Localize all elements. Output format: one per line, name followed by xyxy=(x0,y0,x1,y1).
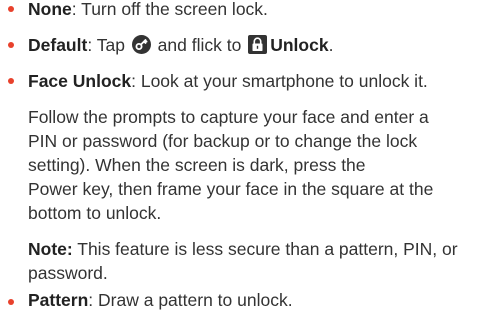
note-line-1: Note: This feature is less secure than a… xyxy=(28,237,458,261)
face-paragraph-line-3: setting). When the screen is dark, press… xyxy=(28,155,366,175)
desc-face-unlock: : Look at your smartphone to unlock it. xyxy=(131,71,428,91)
manual-page: None: Turn off the screen lock. Default:… xyxy=(0,0,494,310)
face-paragraph-line-1: Follow the prompts to capture your face … xyxy=(28,107,429,127)
term-face-unlock: Face Unlock xyxy=(28,71,132,91)
face-paragraph-line-4: Power key, then frame your face in the s… xyxy=(28,179,434,199)
term-default: Default xyxy=(28,35,88,55)
note-text-1: This feature is less secure than a patte… xyxy=(72,239,458,259)
face-paragraph-line-5: bottom to unlock. xyxy=(28,203,162,223)
term-pattern: Pattern xyxy=(28,290,89,310)
desc-default-a: : Tap xyxy=(87,35,130,55)
list-item-face-unlock: Face Unlock: Look at your smartphone to … xyxy=(28,69,428,93)
note-line-2: password. xyxy=(28,263,108,283)
list-item-pattern: Pattern: Draw a pattern to unlock. xyxy=(28,288,293,312)
bullet-pattern xyxy=(8,299,14,305)
bullet-none xyxy=(8,6,14,12)
list-item-none: None: Turn off the screen lock. xyxy=(28,0,268,21)
unlock-label: Unlock xyxy=(270,35,329,55)
desc-default-c: . xyxy=(328,35,334,55)
bullet-default xyxy=(8,42,14,48)
term-none: None xyxy=(28,0,72,19)
lock-icon xyxy=(248,35,268,54)
desc-none: : Turn off the screen lock. xyxy=(71,0,268,19)
face-paragraph-line-2: PIN or password (for backup or to change… xyxy=(28,131,418,151)
bullet-face-unlock xyxy=(8,78,14,84)
list-item-default: Default: Tap and flick to Unlock. xyxy=(28,33,333,57)
note-label: Note: xyxy=(28,239,73,259)
desc-default-b: and flick to xyxy=(152,35,247,55)
desc-pattern: : Draw a pattern to unlock. xyxy=(88,290,293,310)
key-icon xyxy=(131,35,151,54)
